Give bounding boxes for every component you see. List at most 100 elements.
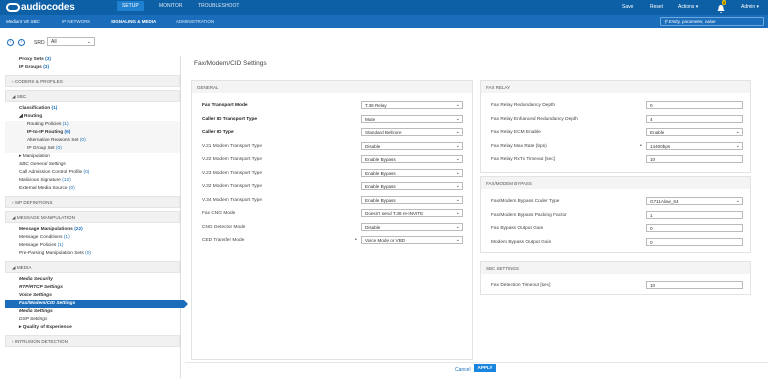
tab-ip-network[interactable]: IP NETWORK bbox=[62, 19, 90, 24]
value-select[interactable]: 14400bps ⌄ bbox=[646, 141, 743, 150]
sidebar-item-label: IP Group Set bbox=[27, 146, 55, 151]
chevron-down-icon: ◢ bbox=[12, 265, 16, 270]
sidebar-item[interactable]: Fax/Modem/CID Settings bbox=[5, 300, 188, 308]
sidebar-item-label: Call Admission Control Profile bbox=[19, 170, 83, 175]
form-row: V.23 Modem Transport Type Enable Bypass ⌄ bbox=[192, 168, 472, 178]
field-label: V.21 Modem Transport Type bbox=[202, 143, 262, 149]
value-input[interactable]: 0 bbox=[646, 101, 743, 109]
sidebar-item[interactable]: Pre-Parsing Manipulation Sets (0) bbox=[5, 250, 180, 258]
sidebar-item-label: Proxy Sets bbox=[19, 57, 44, 62]
sidebar-item[interactable]: Message Policies (1) bbox=[5, 242, 180, 250]
sidebar-item[interactable]: Classification (1) bbox=[5, 105, 180, 113]
sidebar-item[interactable]: SBC General Settings bbox=[5, 161, 180, 169]
sidebar-item[interactable]: ▸ Quality of Experience bbox=[5, 324, 180, 332]
value-select[interactable]: Voice Mode or VBD ⌄ bbox=[361, 236, 463, 244]
sidebar-item[interactable]: IP Group Set (0) bbox=[5, 145, 180, 153]
tab-signaling-media[interactable]: SIGNALING & MEDIA bbox=[111, 19, 156, 24]
notification-bell-icon[interactable]: 0 bbox=[716, 0, 728, 13]
form-row: Fax Detection Timeout [sec] 10 bbox=[481, 281, 750, 290]
actions-menu[interactable]: Actions ▾ bbox=[678, 4, 698, 10]
sidebar-item[interactable]: Media Security bbox=[5, 276, 180, 284]
value-input[interactable]: 4 bbox=[646, 114, 743, 123]
search-input[interactable]: ⚲ Entity, parameter, value bbox=[660, 17, 764, 26]
value-select[interactable]: Enable Bypass ⌄ bbox=[361, 182, 463, 190]
device-name: Mediant VE SBC bbox=[6, 19, 40, 24]
chevron-down-icon: ⌄ bbox=[735, 129, 740, 135]
reset-button[interactable]: Reset bbox=[650, 4, 663, 10]
value-select[interactable]: Doesn't send T.38 re-INVITE ⌄ bbox=[361, 209, 463, 217]
field-value: Mute bbox=[365, 116, 376, 122]
sidebar-item[interactable]: Media Settings bbox=[5, 308, 180, 316]
forward-arrow-icon[interactable]: › bbox=[18, 39, 25, 46]
value-select[interactable]: T.38 Relay ⌄ bbox=[361, 101, 463, 109]
audiocodes-logo[interactable]: audiocodes bbox=[6, 2, 75, 13]
field-label: Fax CNG Mode bbox=[202, 211, 236, 216]
sidebar-item[interactable]: DSP Settings bbox=[5, 316, 180, 324]
sidebar-item[interactable]: RTP/RTCP Settings bbox=[5, 284, 180, 292]
sidebar-item[interactable]: IP-to-IP Routing (6) bbox=[5, 129, 180, 137]
group-label: MESSAGE MANIPULATION bbox=[16, 215, 75, 220]
field-label: Fax/Modem Bypass Packing Factor bbox=[491, 212, 567, 218]
sidebar-item[interactable]: ▸ Manipulation bbox=[5, 153, 180, 161]
logo-text: audiocodes bbox=[21, 2, 75, 13]
sidebar-item-count: (3) bbox=[45, 57, 52, 62]
group-message-manipulation[interactable]: ◢ MESSAGE MANIPULATION bbox=[5, 211, 180, 223]
tab-troubleshoot[interactable]: TROUBLESHOOT bbox=[198, 3, 239, 9]
sidebar-item[interactable]: IP Groups (3) bbox=[5, 64, 180, 72]
srd-select[interactable]: All ⌄ bbox=[47, 37, 95, 46]
sidebar-item[interactable]: Proxy Sets (3) bbox=[5, 56, 180, 64]
field-label: CNG Detector Mode bbox=[202, 224, 246, 230]
sidebar-item[interactable]: Voice Settings bbox=[5, 292, 180, 300]
group-intrusion-detection[interactable]: › INTRUSION DETECTION bbox=[5, 335, 180, 347]
value-select[interactable]: G711Alaw_64 ⌄ bbox=[646, 197, 743, 205]
sidebar-item[interactable]: Message Conditions (1) bbox=[5, 234, 180, 242]
value-input[interactable]: 10 bbox=[646, 281, 743, 289]
sidebar-item-label: Voice Settings bbox=[19, 293, 52, 298]
tab-administration[interactable]: ADMINISTRATION bbox=[176, 19, 214, 24]
group-coders-profiles[interactable]: › CODERS & PROFILES bbox=[5, 75, 180, 87]
form-row: V.34 Modem Transport Type Enable Bypass ⌄ bbox=[192, 195, 472, 205]
group-media[interactable]: ◢ MEDIA bbox=[5, 261, 180, 273]
field-value: Doesn't send T.38 re-INVITE bbox=[365, 211, 424, 216]
value-select[interactable]: Enable Bypass ⌄ bbox=[361, 195, 463, 204]
field-value: Enable Bypass bbox=[365, 170, 396, 176]
value-input[interactable]: 0 bbox=[646, 237, 743, 246]
tab-monitor[interactable]: MONITOR bbox=[159, 3, 183, 9]
chevron-down-icon: ⌄ bbox=[455, 142, 460, 149]
save-button[interactable]: Save bbox=[622, 4, 633, 10]
sidebar-item-label: External Media Source bbox=[19, 186, 68, 191]
value-select[interactable]: Enable ⌄ bbox=[646, 128, 743, 136]
sidebar-item[interactable]: Message Manipulations (22) bbox=[5, 226, 180, 234]
sidebar-item[interactable]: ◢ Routing bbox=[5, 113, 180, 121]
value-input[interactable]: 0 bbox=[646, 224, 743, 232]
chevron-down-icon: ⌄ bbox=[455, 196, 460, 203]
sidebar-item[interactable]: External Media Source (0) bbox=[5, 185, 180, 193]
value-select[interactable]: Standard Bellcore ⌄ bbox=[361, 128, 463, 136]
apply-button[interactable]: APPLY bbox=[474, 364, 496, 372]
group-sbc[interactable]: ◢ SBC bbox=[5, 90, 180, 102]
value-select[interactable]: Enable Bypass ⌄ bbox=[361, 168, 463, 177]
sbc-settings-panel: SBC SETTINGS Fax Detection Timeout [sec]… bbox=[480, 261, 751, 295]
cancel-button[interactable]: Cancel bbox=[455, 367, 471, 373]
form-row: Fax Relay RxTx Timeout [sec] 10 bbox=[481, 155, 750, 164]
value-input[interactable]: 1 bbox=[646, 210, 743, 219]
modified-indicator-icon: • bbox=[355, 237, 357, 243]
field-label: Fax Relay Enhanced Redundancy Depth bbox=[491, 116, 578, 122]
group-label: SBC bbox=[16, 94, 27, 99]
group-sip-definitions[interactable]: › SIP DEFINITIONS bbox=[5, 196, 180, 208]
sidebar-item-label: Message Manipulations bbox=[19, 227, 73, 232]
back-arrow-icon[interactable]: ‹ bbox=[7, 39, 14, 46]
value-select[interactable]: Mute ⌄ bbox=[361, 114, 463, 123]
search-icon: ⚲ bbox=[664, 19, 668, 24]
admin-menu[interactable]: Admin ▾ bbox=[741, 4, 759, 10]
sbc-settings-heading: SBC SETTINGS bbox=[481, 262, 750, 274]
value-select[interactable]: Disable ⌄ bbox=[361, 141, 463, 150]
tab-setup[interactable]: SETUP bbox=[117, 1, 144, 11]
value-input[interactable]: 10 bbox=[646, 155, 743, 163]
sidebar-item[interactable]: Alternative Reasons Set (0) bbox=[5, 137, 180, 145]
sidebar-item[interactable]: Routing Policies (1) bbox=[5, 121, 180, 129]
value-select[interactable]: Disable ⌄ bbox=[361, 222, 463, 231]
sidebar-item[interactable]: Malicious Signature (12) bbox=[5, 177, 180, 185]
sidebar-item[interactable]: Call Admission Control Profile (0) bbox=[5, 169, 180, 177]
value-select[interactable]: Enable Bypass ⌄ bbox=[361, 155, 463, 163]
